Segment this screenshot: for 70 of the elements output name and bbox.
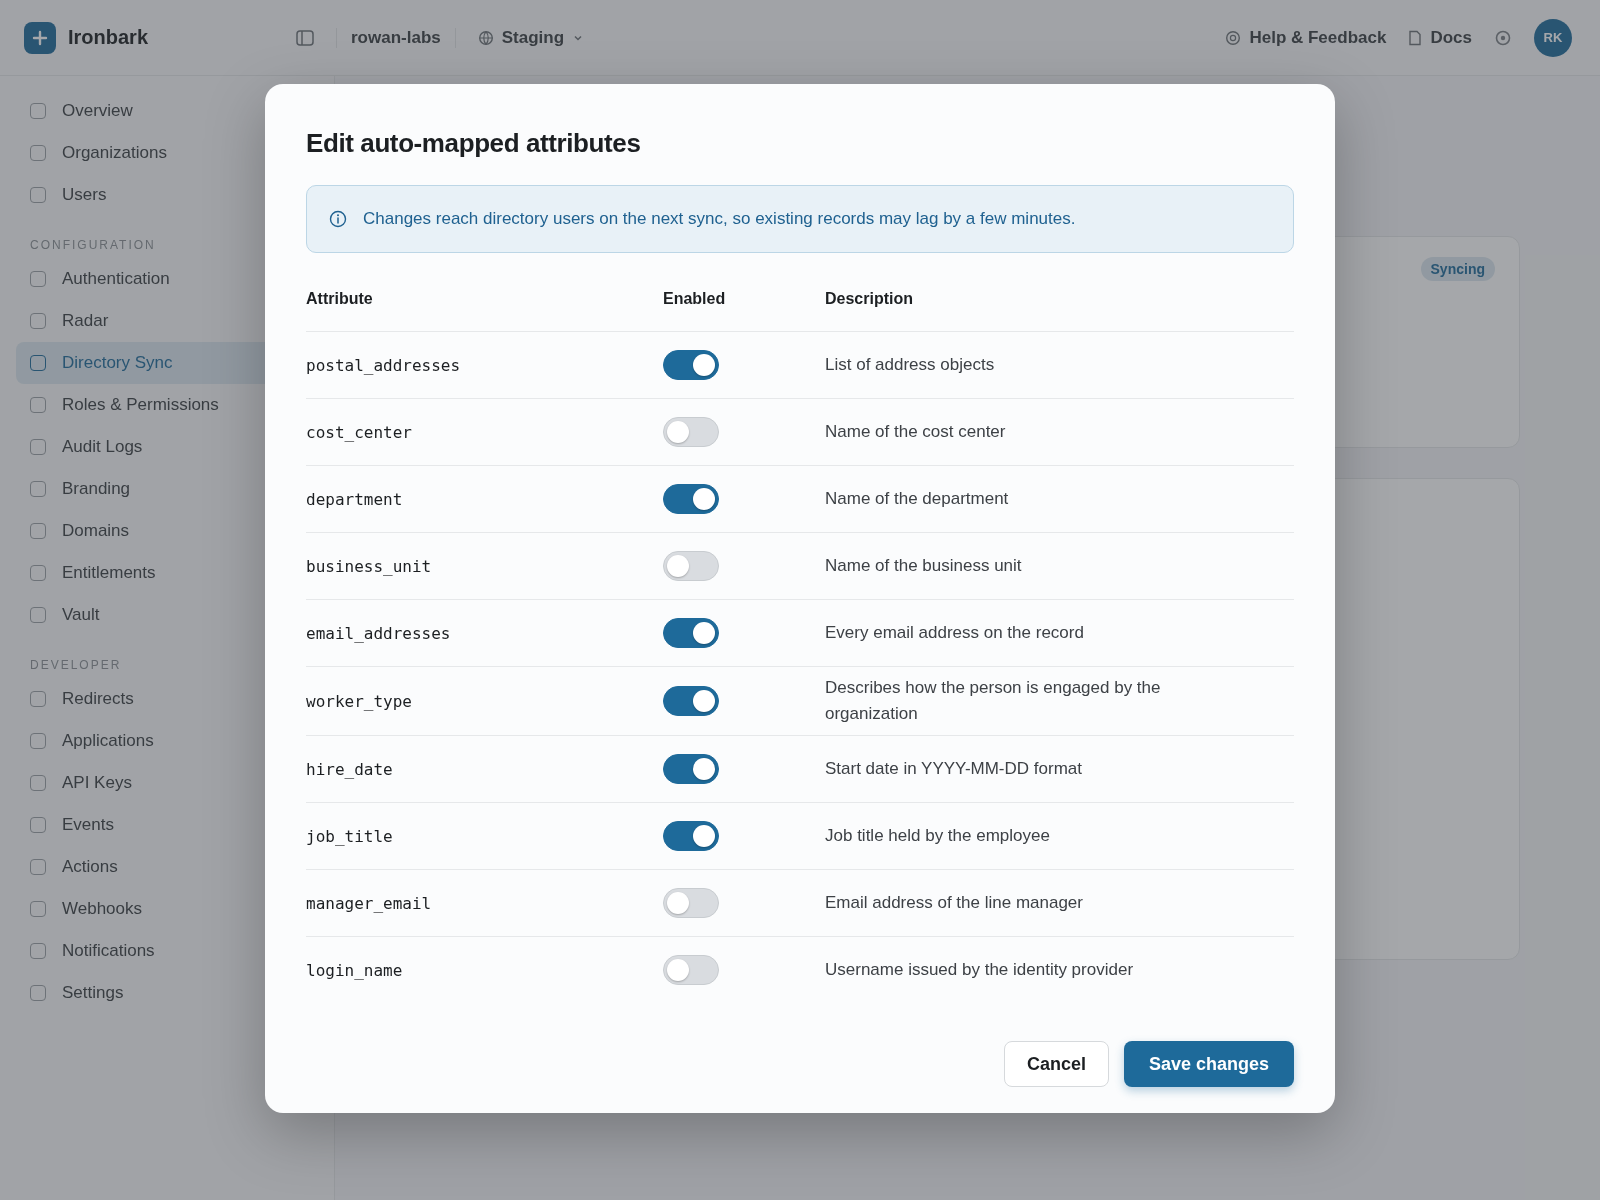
sidebar-item[interactable]: Domains (16, 510, 318, 552)
plus-logo-icon (24, 21, 56, 54)
square-icon (30, 775, 46, 791)
attribute-description: Name of the cost center (825, 421, 1007, 443)
docs-link[interactable]: Docs (1408, 27, 1472, 48)
save-changes-button[interactable]: Save changes (1123, 1041, 1294, 1087)
square-icon (30, 313, 46, 329)
attribute-description: Start date in YYYY-MM-DD format (825, 758, 1083, 780)
attribute-description: Describes how the person is engaged by the organization (825, 677, 1162, 725)
attribute-name: hire_date (306, 759, 393, 779)
organization-switcher[interactable]: rowan-labs (336, 27, 456, 48)
help-feedback-link[interactable]: Help & Feedback (1225, 27, 1387, 48)
toggle-switch[interactable] (663, 618, 719, 648)
section-heading: DEVELOPER (29, 657, 123, 674)
attribute-description: Every email address on the record (825, 622, 1085, 644)
section-heading: CONFIGURATION (29, 237, 157, 254)
attribute-description: Username issued by the identity provider (825, 959, 1135, 981)
brand-name: Ironbark (68, 26, 149, 49)
attribute-name: business_unit (306, 556, 432, 576)
settings-icon[interactable] (1494, 28, 1512, 47)
attribute-name: login_name (306, 960, 403, 980)
attribute-name: email_addresses (306, 623, 451, 643)
square-icon (30, 481, 46, 497)
info-message: Changes reach directory users on the next sync, so existing records may lag by a few minutes. (363, 209, 1076, 229)
square-icon (30, 691, 46, 707)
attribute-description: List of address objects (825, 354, 996, 376)
square-icon (30, 439, 46, 455)
square-icon (30, 187, 46, 203)
toggle-switch[interactable] (663, 754, 719, 784)
square-icon (30, 271, 46, 287)
info-icon (329, 210, 347, 228)
square-icon (30, 397, 46, 413)
column-header: Enabled (663, 290, 726, 309)
square-icon (30, 817, 46, 833)
document-icon (1408, 29, 1423, 46)
toggle-switch[interactable] (663, 350, 719, 380)
sidebar-item[interactable]: Actions (16, 846, 318, 888)
square-icon (30, 943, 46, 959)
environment-switcher[interactable]: Staging (477, 27, 585, 48)
column-header: Attribute (306, 290, 373, 309)
square-icon (30, 103, 46, 119)
attribute-description: Name of the department (825, 488, 1010, 510)
square-icon (30, 355, 46, 371)
attribute-name: job_title (306, 826, 393, 846)
square-icon (30, 565, 46, 581)
toggle-switch[interactable] (663, 484, 719, 514)
cancel-button[interactable]: Cancel (1003, 1041, 1109, 1087)
square-icon (30, 607, 46, 623)
attribute-name: department (306, 489, 403, 509)
square-icon (30, 901, 46, 917)
square-icon (30, 145, 46, 161)
sidebar-item[interactable]: Users (16, 174, 318, 216)
square-icon (30, 859, 46, 875)
attribute-name: worker_type (306, 691, 412, 711)
attribute-description: Job title held by the employee (825, 825, 1051, 847)
square-icon (30, 985, 46, 1001)
sidebar-toggle-icon[interactable] (296, 28, 314, 47)
square-icon (30, 733, 46, 749)
attribute-description: Email address of the line manager (825, 892, 1084, 914)
toggle-switch[interactable] (663, 686, 719, 716)
square-icon (30, 523, 46, 539)
column-header: Description (825, 290, 913, 309)
sidebar-item[interactable]: Applications (16, 720, 318, 762)
globe-icon (477, 29, 494, 46)
user-avatar[interactable]: RK (1534, 18, 1572, 57)
toggle-switch[interactable] (663, 821, 719, 851)
attribute-name: manager_email (306, 893, 432, 913)
lifebuoy-icon (1225, 29, 1242, 46)
status-badge: Syncing (1420, 257, 1495, 281)
attribute-description: Name of the business unit (825, 555, 1023, 577)
